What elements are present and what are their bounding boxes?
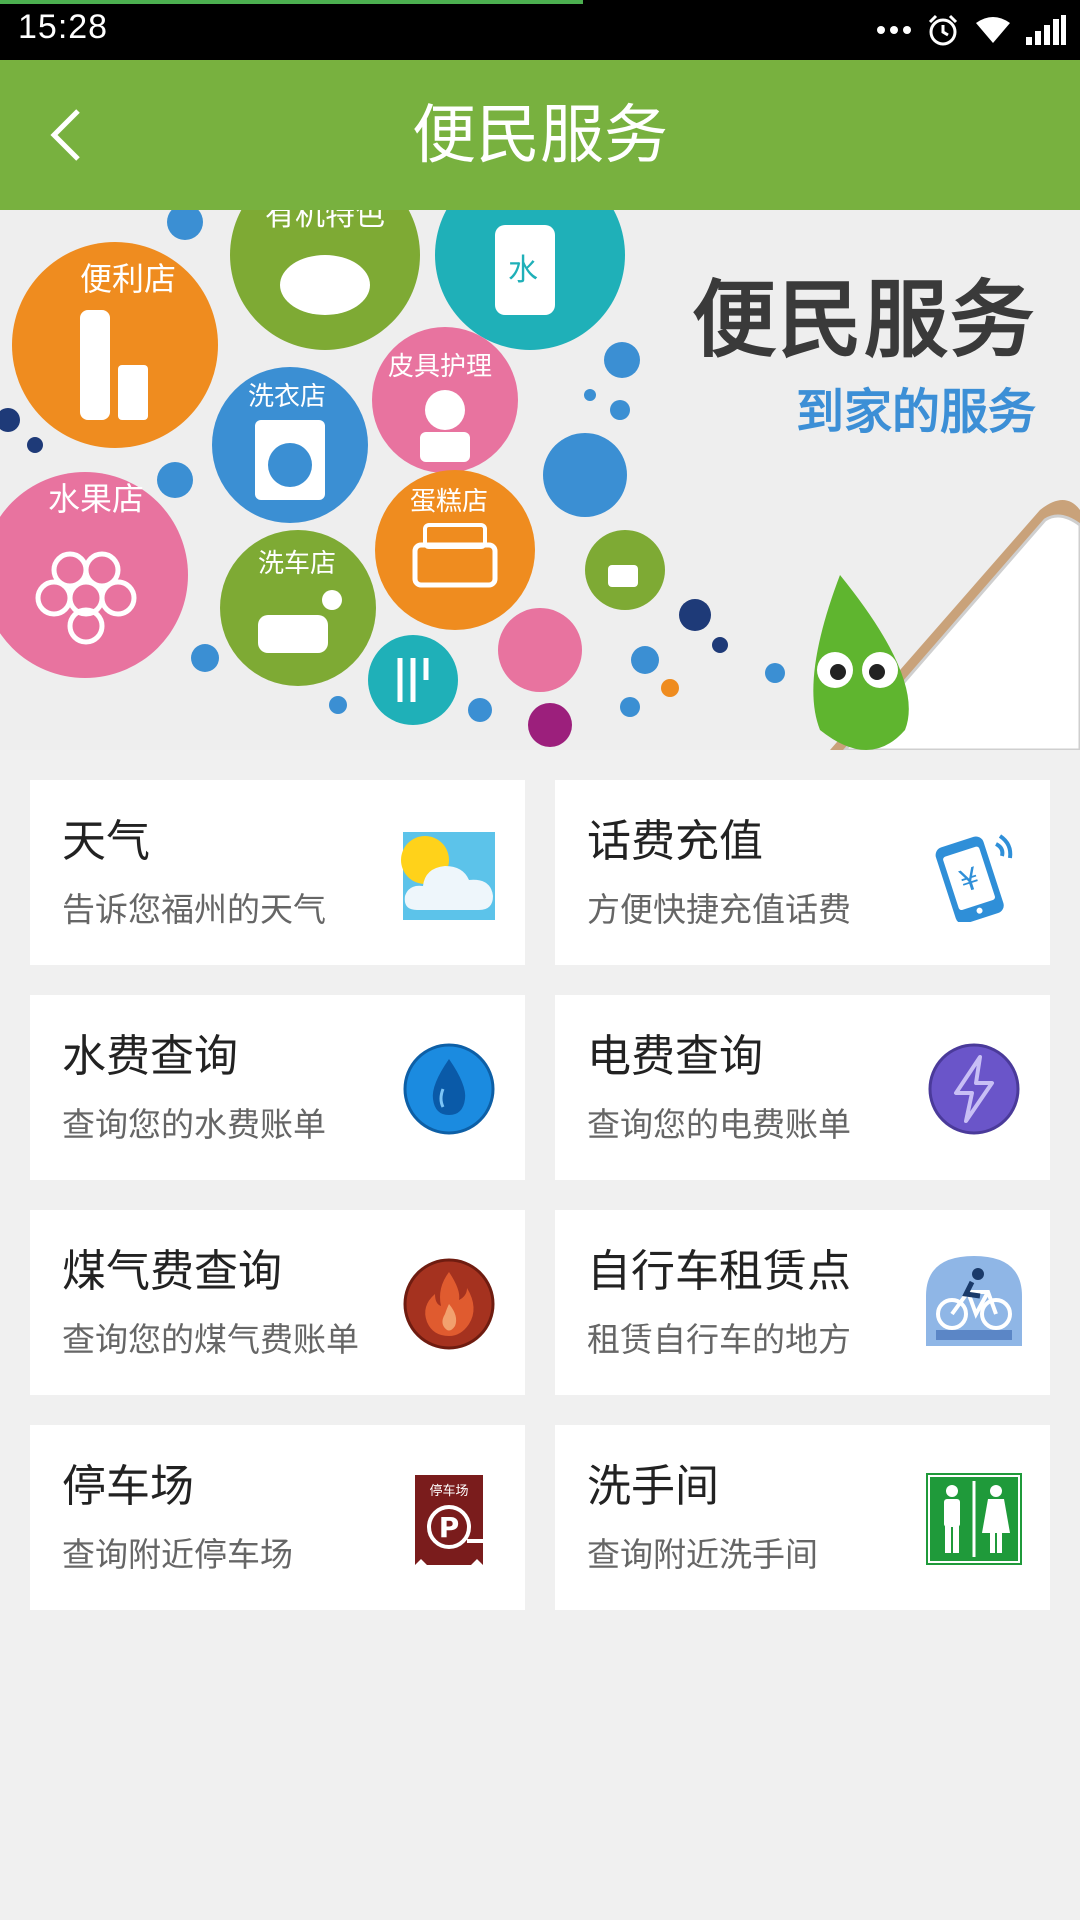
lightning-icon (926, 1041, 1022, 1137)
status-time: 15:28 (18, 8, 109, 46)
more-dots-icon (876, 24, 912, 36)
service-card-phone-recharge[interactable]: 话费充值 方便快捷充值话费 ¥ (555, 780, 1050, 965)
service-card-restroom[interactable]: 洗手间 查询附近洗手间 (555, 1425, 1050, 1610)
service-card-parking[interactable]: 停车场 查询附近停车场 停车场 P (30, 1425, 525, 1610)
page-title: 便民服务 (412, 99, 668, 173)
service-title: 停车场 (62, 1461, 194, 1512)
service-desc: 查询您的电费账单 (587, 1105, 851, 1144)
service-card-electric-bill[interactable]: 电费查询 查询您的电费账单 (555, 995, 1050, 1180)
service-desc: 租赁自行车的地方 (587, 1320, 851, 1359)
service-card-bike-rental[interactable]: 自行车租赁点 租赁自行车的地方 (555, 1210, 1050, 1395)
bicycle-icon (926, 1256, 1022, 1352)
service-title: 洗手间 (587, 1461, 719, 1512)
bubble-label: 有机特色 (265, 210, 385, 233)
service-desc: 查询附近洗手间 (587, 1535, 818, 1574)
service-title: 天气 (62, 816, 150, 867)
bubble-label: 洗车店 (258, 549, 336, 579)
alarm-icon (926, 13, 960, 47)
weather-icon (401, 826, 497, 922)
service-desc: 方便快捷充值话费 (587, 890, 851, 929)
status-icons (876, 10, 1066, 50)
banner-subtitle: 到家的服务 (795, 384, 1036, 440)
phone-recharge-icon: ¥ (926, 826, 1022, 922)
bubble-label: 洗衣店 (248, 382, 326, 412)
signal-icon (1026, 15, 1066, 45)
service-title: 电费查询 (587, 1031, 763, 1082)
service-title: 煤气费查询 (62, 1246, 282, 1297)
flame-icon (401, 1256, 497, 1352)
service-card-gas-bill[interactable]: 煤气费查询 查询您的煤气费账单 (30, 1210, 525, 1395)
status-bar: 15:28 (0, 0, 1080, 60)
bubble-label: 水果店 (48, 480, 144, 518)
title-bar: 便民服务 (0, 60, 1080, 210)
banner-title: 便民服务 (691, 271, 1036, 369)
service-desc: 查询附近停车场 (62, 1535, 293, 1574)
service-title: 水费查询 (62, 1031, 238, 1082)
service-grid: 天气 告诉您福州的天气 话费充值 方便快捷充值话费 ¥ 水费查询 查询您的水费账… (30, 780, 1050, 1610)
page-load-progress (0, 0, 584, 4)
service-title: 自行车租赁点 (587, 1246, 851, 1297)
restroom-icon (926, 1471, 1022, 1567)
banner-text: 便民服务 到家的服务 (692, 270, 1036, 442)
svg-text:停车场: 停车场 (429, 1483, 468, 1499)
bubble-label: 便利店 (80, 260, 176, 298)
service-desc: 查询您的煤气费账单 (62, 1320, 359, 1359)
bubble-label: 水 (508, 253, 538, 288)
service-card-water-bill[interactable]: 水费查询 查询您的水费账单 (30, 995, 525, 1180)
bubble-label: 皮具护理 (388, 352, 492, 382)
promo-banner[interactable]: 便利店 有机特色 水 皮具护理 洗衣店 水果店 蛋糕店 洗车店 便民服务 到家的… (0, 210, 1080, 750)
service-card-weather[interactable]: 天气 告诉您福州的天气 (30, 780, 525, 965)
water-drop-icon (401, 1041, 497, 1137)
service-desc: 告诉您福州的天气 (62, 890, 326, 929)
bubble-label: 蛋糕店 (410, 487, 488, 517)
service-title: 话费充值 (587, 816, 763, 867)
service-desc: 查询您的水费账单 (62, 1105, 326, 1144)
parking-icon: 停车场 P (401, 1471, 497, 1567)
svg-text:P: P (439, 1511, 460, 1544)
wifi-icon (974, 15, 1012, 45)
